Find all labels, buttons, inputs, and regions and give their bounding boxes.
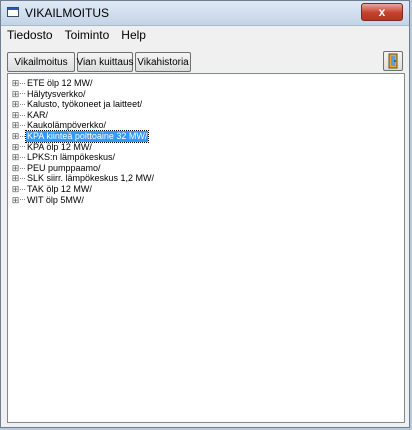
expand-plus-icon[interactable]: ⊞ [11, 142, 20, 153]
expand-plus-icon[interactable]: ⊞ [11, 173, 20, 184]
tree-item[interactable]: ⊞ Kaukolämpöverkko/ [11, 120, 155, 131]
tree-item-label: PEU pumppaamo/ [27, 162, 101, 173]
menu-tiedosto[interactable]: Tiedosto [1, 28, 59, 42]
menu-toiminto[interactable]: Toiminto [59, 28, 116, 42]
tree-item[interactable]: ⊞ KPA kiinteä polttoaine 32 MW/ [11, 130, 155, 143]
tree-list: ⊞ ETE ölp 12 MW/ ⊞ Hälytysverkko/ ⊞ Kalusto, … [11, 78, 155, 205]
expand-plus-icon[interactable]: ⊞ [11, 184, 20, 195]
expand-plus-icon[interactable]: ⊞ [11, 99, 20, 110]
tree-item-label: Hälytysverkko/ [27, 88, 86, 99]
tree-connector [20, 167, 25, 169]
tree-connector [20, 93, 25, 95]
tree-item-label: ETE ölp 12 MW/ [27, 78, 93, 88]
expand-plus-icon[interactable]: ⊞ [11, 110, 20, 121]
tree-item-label: KPA ölp 12 MW/ [27, 141, 92, 152]
tree-connector [20, 82, 25, 84]
application-window: VIKAILMOITUS x Tiedosto Toiminto Help Vi… [0, 0, 410, 428]
tree-item-label: KAR/ [27, 109, 49, 120]
vian-kuittaus-button[interactable]: Vian kuittaus [76, 52, 134, 72]
tree-item-label: SLK siirr. lämpökeskus 1,2 MW/ [27, 173, 155, 184]
window-title: VIKAILMOITUS [25, 6, 110, 20]
tree-item[interactable]: ⊞ ETE ölp 12 MW/ [11, 78, 155, 89]
tree-item[interactable]: ⊞ KAR/ [11, 110, 155, 121]
expand-plus-icon[interactable]: ⊞ [11, 89, 20, 100]
tree-item-label: Kaukolämpöverkko/ [27, 120, 107, 131]
tree-connector [20, 178, 25, 180]
expand-plus-icon[interactable]: ⊞ [11, 120, 20, 131]
tree-connector [20, 103, 25, 105]
tree-item[interactable]: ⊞ TAK ölp 12 MW/ [11, 184, 155, 195]
expand-plus-icon[interactable]: ⊞ [11, 195, 20, 206]
tree-item[interactable]: ⊞ WIT ölp 5MW/ [11, 195, 155, 206]
menu-bar: Tiedosto Toiminto Help [1, 26, 409, 44]
toolbar: Vikailmoitus Vian kuittaus Vikahistoria [1, 47, 409, 75]
tree-item[interactable]: ⊞ LPKS:n lämpökeskus/ [11, 152, 155, 163]
tree-item-label: WIT ölp 5MW/ [27, 194, 84, 205]
tree-connector [20, 156, 25, 158]
tree-item[interactable]: ⊞ Kalusto, työkoneet ja laitteet/ [11, 99, 155, 110]
tree-connector [20, 199, 25, 201]
tree-connector [20, 135, 25, 137]
tree-view[interactable]: ⊞ ETE ölp 12 MW/ ⊞ Hälytysverkko/ ⊞ Kalusto, … [7, 73, 405, 423]
tree-item[interactable]: ⊞ Hälytysverkko/ [11, 89, 155, 100]
expand-plus-icon[interactable]: ⊞ [11, 163, 20, 174]
tree-item[interactable]: ⊞ KPA ölp 12 MW/ [11, 142, 155, 153]
tree-item-label: TAK ölp 12 MW/ [27, 183, 92, 194]
tree-connector [20, 114, 25, 116]
tree-item-label: LPKS:n lämpökeskus/ [27, 152, 116, 163]
vikailmoitus-button[interactable]: Vikailmoitus [7, 52, 75, 72]
tree-connector [20, 188, 25, 190]
tree-item-label: KPA kiinteä polttoaine 32 MW/ [24, 130, 150, 143]
tree-connector [20, 146, 25, 148]
title-bar[interactable]: VIKAILMOITUS x [1, 1, 409, 26]
tree-item[interactable]: ⊞ PEU pumppaamo/ [11, 163, 155, 174]
tree-item[interactable]: ⊞ SLK siirr. lämpökeskus 1,2 MW/ [11, 173, 155, 184]
tree-item-label: Kalusto, työkoneet ja laitteet/ [27, 99, 143, 110]
window-icon [7, 7, 19, 17]
close-button[interactable]: x [361, 3, 403, 21]
exit-door-button[interactable] [383, 51, 403, 71]
expand-plus-icon[interactable]: ⊞ [11, 152, 20, 163]
expand-plus-icon[interactable]: ⊞ [11, 78, 20, 89]
vikahistoria-button[interactable]: Vikahistoria [135, 52, 191, 72]
expand-plus-icon[interactable]: ⊞ [11, 131, 20, 142]
tree-connector [20, 125, 25, 127]
menu-help[interactable]: Help [115, 28, 152, 42]
exit-door-icon [388, 53, 398, 69]
